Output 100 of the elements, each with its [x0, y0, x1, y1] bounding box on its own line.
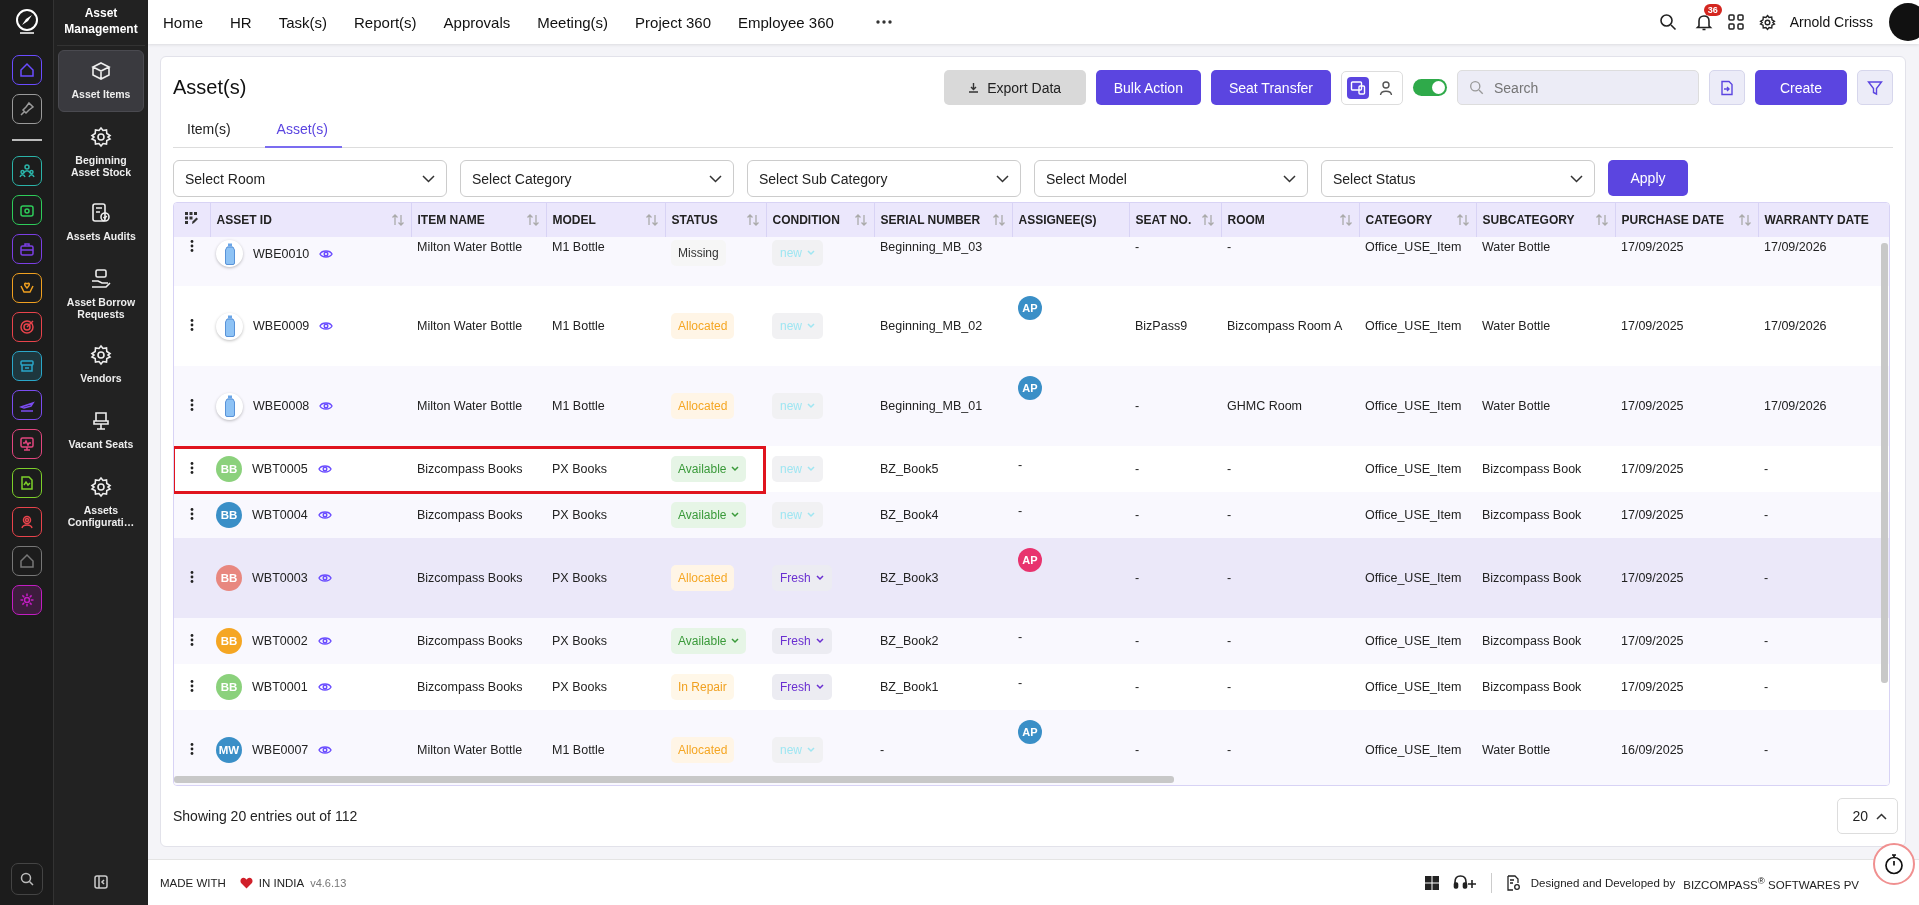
filter-button[interactable] — [1857, 70, 1893, 105]
hands-icon[interactable] — [11, 273, 42, 303]
sidebar-item[interactable]: Vendors — [58, 334, 144, 397]
filter-select[interactable]: Select Room — [173, 160, 447, 197]
nav-link[interactable]: Home — [163, 13, 203, 31]
sidebar-item[interactable]: Assets Configurati… — [58, 466, 144, 539]
search-icon[interactable] — [10, 863, 43, 895]
filter-select[interactable]: Select Category — [460, 160, 734, 197]
asset-id[interactable]: WBT0002 — [252, 634, 308, 648]
monitor-icon[interactable] — [11, 429, 42, 459]
asset-id[interactable]: WBT0001 — [252, 680, 308, 694]
home-icon[interactable] — [11, 55, 42, 85]
import-file-button[interactable] — [1708, 70, 1745, 105]
plane-icon[interactable] — [11, 390, 42, 420]
tab[interactable]: Item(s) — [185, 117, 245, 148]
row-menu-icon[interactable] — [190, 570, 194, 583]
view-icon[interactable] — [319, 248, 334, 259]
asset-id[interactable]: WBT0003 — [252, 571, 308, 585]
assignee-avatar[interactable]: AP — [1018, 548, 1042, 572]
user-avatar[interactable] — [1889, 3, 1919, 41]
row-menu-icon[interactable] — [190, 742, 194, 755]
filter-select[interactable]: Select Model — [1034, 160, 1308, 197]
row-menu-icon[interactable] — [190, 633, 194, 646]
row-menu-icon[interactable] — [190, 461, 194, 474]
condition-dropdown[interactable]: Fresh — [772, 565, 832, 591]
bulk-action-button[interactable]: Bulk Action — [1095, 70, 1201, 105]
column-settings-icon[interactable] — [185, 212, 199, 225]
archive-icon[interactable] — [11, 351, 42, 381]
document-settings-icon[interactable] — [1505, 874, 1521, 891]
row-menu-icon[interactable] — [190, 398, 194, 411]
document-icon[interactable] — [11, 468, 42, 498]
filter-select[interactable]: Select Sub Category — [747, 160, 1021, 197]
assignee-avatar[interactable]: AP — [1018, 296, 1042, 320]
column-header[interactable]: ASSET ID — [216, 213, 272, 227]
search-field[interactable]: Search — [1456, 70, 1699, 105]
nav-link[interactable]: Meeting(s) — [537, 13, 609, 31]
sidebar-item[interactable]: Asset Items — [58, 50, 144, 113]
row-menu-icon[interactable] — [190, 240, 194, 252]
vertical-scrollbar[interactable] — [1881, 243, 1888, 683]
asset-id[interactable]: WBE0008 — [253, 399, 310, 413]
view-icon[interactable] — [319, 401, 334, 411]
nav-link[interactable]: Project 360 — [635, 13, 711, 31]
page-size-select[interactable]: 20 — [1837, 798, 1898, 834]
home-icon[interactable] — [11, 546, 42, 576]
search-icon[interactable] — [1658, 13, 1677, 31]
horizontal-scrollbar[interactable] — [174, 776, 1174, 783]
nav-link[interactable]: HR — [230, 13, 252, 31]
briefcase-icon[interactable] — [11, 234, 42, 264]
view-icon[interactable] — [318, 745, 333, 755]
asset-id[interactable]: WBT0005 — [252, 462, 308, 476]
column-header[interactable]: ROOM — [1227, 213, 1265, 227]
nav-link[interactable]: Report(s) — [354, 13, 417, 31]
notification-bell-icon[interactable] — [1694, 13, 1713, 31]
nav-link[interactable]: Employee 360 — [738, 13, 834, 31]
view-icon[interactable] — [317, 464, 332, 474]
condition-dropdown[interactable]: Fresh — [772, 628, 832, 654]
view-icon[interactable] — [317, 636, 332, 646]
sidebar-item[interactable]: Asset Borrow Requests — [58, 258, 144, 331]
view-icon[interactable] — [317, 573, 332, 583]
view-icon[interactable] — [317, 682, 332, 692]
nav-link[interactable]: Task(s) — [278, 13, 328, 31]
filter-select[interactable]: Select Status — [1321, 160, 1595, 197]
export-data-button[interactable]: Export Data — [943, 70, 1086, 105]
asset-id[interactable]: WBE0010 — [253, 246, 310, 261]
more-icon[interactable] — [875, 20, 892, 24]
assignee-avatar[interactable]: AP — [1018, 720, 1042, 744]
condition-dropdown[interactable]: Fresh — [772, 674, 832, 700]
sidebar-item[interactable]: Assets Audits — [58, 192, 144, 255]
view-icon[interactable] — [319, 321, 334, 331]
gear-icon[interactable] — [11, 585, 42, 615]
devices-view-icon[interactable] — [1346, 76, 1369, 99]
row-menu-icon[interactable] — [190, 507, 194, 520]
target-icon[interactable] — [11, 312, 42, 342]
view-icon[interactable] — [317, 510, 332, 520]
column-header[interactable]: STATUS — [671, 213, 718, 227]
windows-icon[interactable] — [1424, 875, 1439, 890]
asset-id[interactable]: WBT0004 — [252, 508, 308, 522]
headset-add-icon[interactable] — [1452, 874, 1479, 891]
asset-id[interactable]: WBE0007 — [252, 743, 309, 757]
create-button[interactable]: Create — [1754, 70, 1847, 105]
settings-icon[interactable] — [1758, 13, 1776, 31]
person-icon[interactable] — [11, 507, 42, 537]
people-icon[interactable] — [11, 156, 42, 186]
nav-link[interactable]: Approvals — [443, 13, 511, 31]
pin-icon[interactable] — [11, 94, 42, 124]
seat-transfer-button[interactable]: Seat Transfer — [1210, 70, 1331, 105]
asset-id[interactable]: WBE0009 — [253, 319, 310, 333]
assignee-avatar[interactable]: AP — [1018, 376, 1042, 400]
apps-grid-icon[interactable] — [1727, 14, 1744, 30]
toggle-switch[interactable] — [1412, 79, 1447, 96]
wallet-icon[interactable] — [11, 195, 42, 225]
table-row[interactable]: BB WBT0002 Bizcompass Books PX Books Available Fresh BZ_Book2 - - - Office_USE_Item Bizcompass Book 17/09/2025 - — [174, 618, 1889, 664]
table-row[interactable]: BB WBT0001 Bizcompass Books PX Books In Repair Fresh BZ_Book1 - - - Office_USE_Item Bizcompass Book 17/09/2025 - — [174, 664, 1889, 710]
sidebar-item[interactable]: Vacant Seats — [58, 400, 144, 463]
row-menu-icon[interactable] — [190, 679, 194, 692]
user-name[interactable]: Arnold Crisss — [1789, 14, 1873, 30]
tab[interactable]: Asset(s) — [264, 117, 342, 148]
column-header[interactable]: MODEL — [552, 213, 596, 227]
apply-button[interactable]: Apply — [1608, 160, 1688, 196]
row-menu-icon[interactable] — [190, 318, 194, 331]
